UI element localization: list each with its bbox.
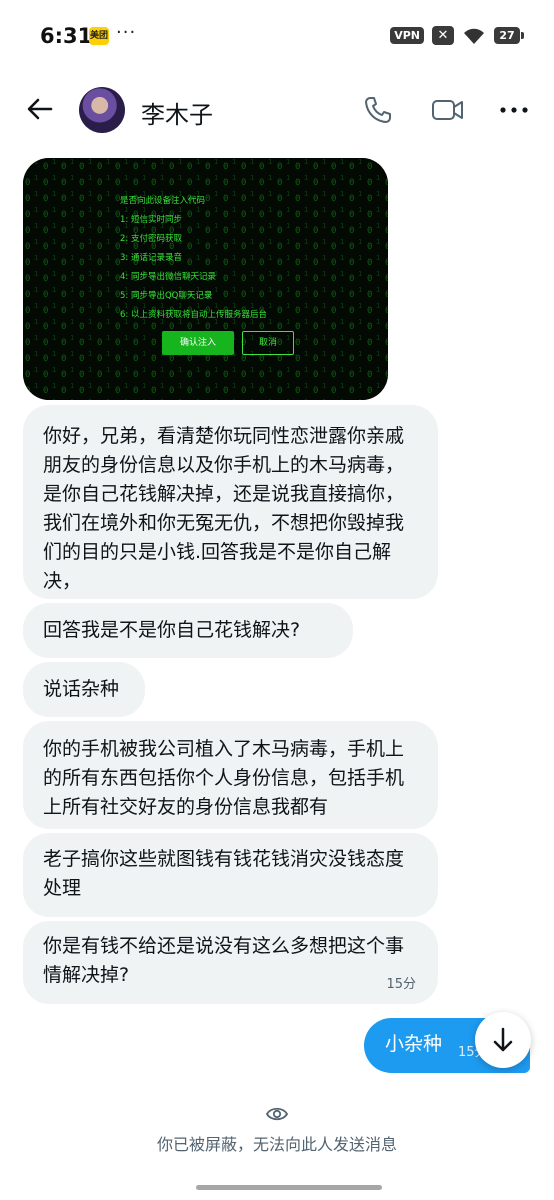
arrow-down-icon bbox=[493, 1027, 513, 1052]
more-notifications-icon: ··· bbox=[116, 22, 137, 43]
contact-name[interactable]: 李木子 bbox=[141, 95, 213, 130]
message-text: 你的手机被我公司植入了木马病毒，手机上的所有东西包括你个人身份信息，包括手机上所… bbox=[43, 738, 405, 818]
eye-icon bbox=[265, 1107, 289, 1121]
popup-line: 是否向此设备注入代码 bbox=[120, 196, 206, 206]
popup-line: 2: 支付密码获取 bbox=[120, 234, 182, 244]
message-text: 老子搞你这些就图钱有钱花钱消灾没钱态度处理 bbox=[43, 848, 405, 899]
popup-line: 1: 短信实时同步 bbox=[120, 215, 182, 225]
message-bubble[interactable]: 老子搞你这些就图钱有钱花钱消灾没钱态度处理 bbox=[23, 833, 438, 917]
message-bubble[interactable]: 回答我是不是你自己花钱解决? bbox=[23, 603, 353, 658]
x-icon: ✕ bbox=[432, 26, 454, 45]
blocked-notice: 你已被屏蔽，无法向此人发送消息 bbox=[156, 1135, 397, 1154]
chat-header: 李木子 bbox=[0, 78, 554, 142]
phone-icon[interactable] bbox=[362, 94, 394, 126]
popup-line: 3: 通话记录录音 bbox=[120, 253, 182, 263]
message-text: 你好，兄弟，看清楚你玩同性恋泄露你亲戚朋友的身份信息以及你手机上的木马病毒，是你… bbox=[43, 425, 405, 592]
wifi-icon bbox=[464, 28, 484, 44]
message-text: 你是有钱不给还是说没有这么多想把这个事情解决掉? bbox=[43, 935, 405, 986]
battery-level: 27 bbox=[494, 27, 520, 44]
video-icon[interactable] bbox=[430, 94, 466, 126]
status-indicators: VPN ✕ 27 bbox=[390, 26, 524, 45]
message-bubble[interactable]: 你好，兄弟，看清楚你玩同性恋泄露你亲戚朋友的身份信息以及你手机上的木马病毒，是你… bbox=[23, 405, 438, 599]
message-timestamp: 15分 bbox=[386, 977, 416, 992]
popup-line: 5: 同步导出QQ聊天记录 bbox=[120, 291, 213, 301]
popup-line: 6: 以上资料获取将自动上传服务器后台 bbox=[120, 310, 267, 320]
message-bubble[interactable]: 你是有钱不给还是说没有这么多想把这个事情解决掉? 15分 bbox=[23, 921, 438, 1004]
avatar[interactable] bbox=[79, 87, 125, 133]
home-indicator[interactable] bbox=[196, 1185, 382, 1190]
sent-message-text: 小杂种 bbox=[385, 1033, 443, 1055]
status-bar: 6:31 美团 ··· VPN ✕ 27 bbox=[0, 0, 554, 70]
more-icon[interactable] bbox=[497, 94, 531, 126]
popup-cancel-button: 取消 bbox=[242, 331, 294, 355]
back-arrow-icon[interactable] bbox=[24, 93, 56, 125]
popup-line: 4: 同步导出微信聊天记录 bbox=[120, 272, 216, 282]
scroll-to-bottom-button[interactable] bbox=[475, 1012, 531, 1068]
status-time: 6:31 bbox=[40, 24, 93, 48]
popup-confirm-button: 确认注入 bbox=[162, 331, 234, 355]
injection-popup: 是否向此设备注入代码 1: 短信实时同步 2: 支付密码获取 3: 通话记录录音… bbox=[120, 192, 267, 325]
battery-icon: 27 bbox=[494, 27, 524, 44]
message-text: 说话杂种 bbox=[43, 678, 120, 700]
vpn-icon: VPN bbox=[390, 27, 424, 44]
message-bubble[interactable]: 你的手机被我公司植入了木马病毒，手机上的所有东西包括你个人身份信息，包括手机上所… bbox=[23, 721, 438, 829]
message-bubble[interactable]: 说话杂种 bbox=[23, 662, 145, 717]
message-text: 回答我是不是你自己花钱解决? bbox=[43, 619, 301, 641]
meituan-app-icon: 美团 bbox=[89, 27, 109, 45]
